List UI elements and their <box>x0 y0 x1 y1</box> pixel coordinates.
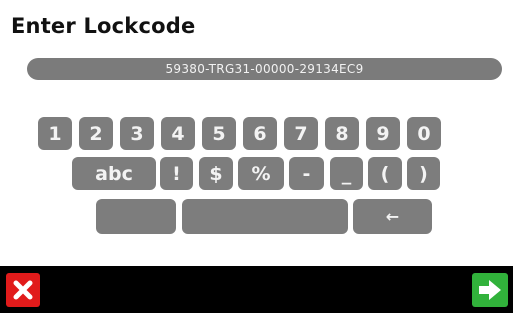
cancel-button[interactable] <box>6 273 40 307</box>
key-blank[interactable] <box>96 199 176 234</box>
key-open-paren[interactable]: ( <box>368 157 402 190</box>
key-close-paren[interactable]: ) <box>407 157 440 190</box>
key-6[interactable]: 6 <box>243 117 277 150</box>
footer-bar <box>0 266 513 313</box>
key-5[interactable]: 5 <box>202 117 236 150</box>
arrow-right-icon <box>479 280 501 300</box>
lockcode-field: 59380-TRG31-00000-29134EC9 <box>27 58 502 80</box>
lockcode-screen: Enter Lockcode 59380-TRG31-00000-29134EC… <box>0 0 513 313</box>
key-dollar[interactable]: $ <box>199 157 233 190</box>
key-3[interactable]: 3 <box>120 117 154 150</box>
key-1[interactable]: 1 <box>38 117 72 150</box>
key-underscore[interactable]: _ <box>330 157 363 190</box>
key-exclamation[interactable]: ! <box>160 157 193 190</box>
key-2[interactable]: 2 <box>79 117 113 150</box>
key-9[interactable]: 9 <box>366 117 400 150</box>
backspace-key[interactable]: ← <box>353 199 432 234</box>
key-7[interactable]: 7 <box>284 117 318 150</box>
page-title: Enter Lockcode <box>11 14 196 38</box>
ok-button[interactable] <box>472 273 508 307</box>
close-icon <box>13 280 33 300</box>
space-key[interactable] <box>182 199 348 234</box>
backspace-icon: ← <box>385 207 400 226</box>
key-4[interactable]: 4 <box>161 117 195 150</box>
key-0[interactable]: 0 <box>407 117 441 150</box>
key-percent[interactable]: % <box>238 157 284 190</box>
key-abc[interactable]: abc <box>72 157 156 190</box>
key-8[interactable]: 8 <box>325 117 359 150</box>
key-dash[interactable]: - <box>289 157 324 190</box>
